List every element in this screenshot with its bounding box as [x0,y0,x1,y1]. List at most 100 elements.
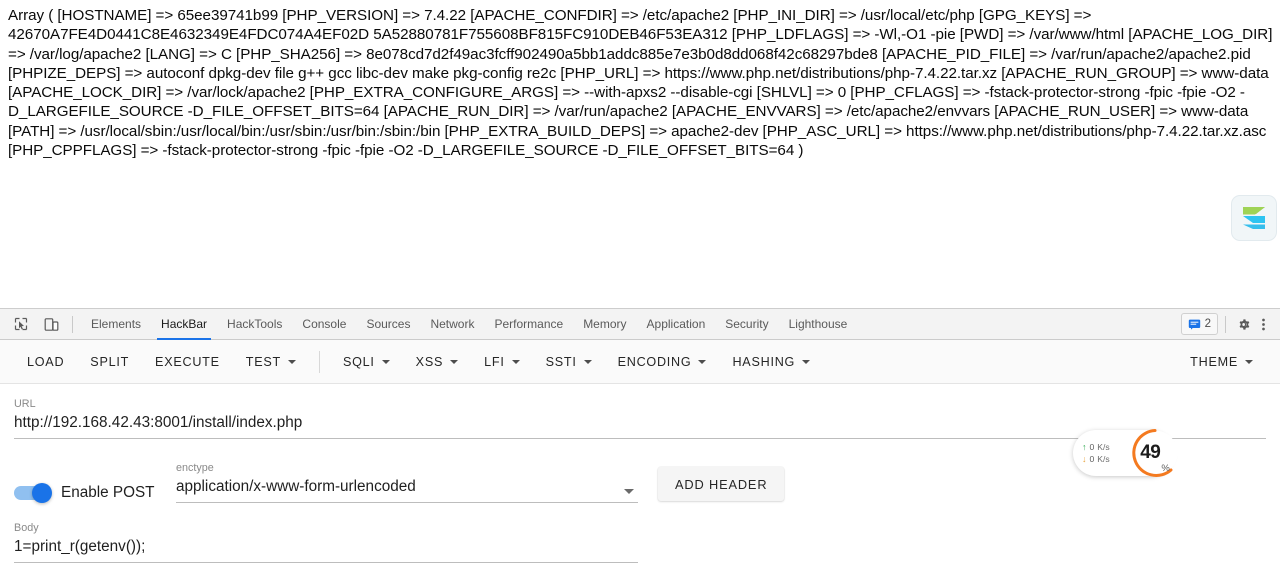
url-field[interactable]: URL http://192.168.42.43:8001/install/in… [14,397,1266,439]
chevron-down-icon [450,359,459,364]
usage-percent: 49 % [1129,427,1181,479]
chevron-down-icon [583,359,592,364]
network-rates: ↑ 0 K/s ↓ 0 K/s [1073,442,1110,465]
add-header-label: ADD HEADER [675,476,768,492]
tab-elements-label: Elements [91,317,142,331]
tab-network[interactable]: Network [420,309,484,340]
xss-menu-button[interactable]: XSS [403,347,471,377]
tab-hackbar-label: HackBar [161,317,208,331]
execute-button[interactable]: EXECUTE [142,347,233,377]
split-label: SPLIT [90,354,130,369]
body-label: Body [14,522,39,534]
tab-memory-label: Memory [583,317,627,331]
execute-label: EXECUTE [155,354,220,369]
chevron-down-icon[interactable] [624,489,634,494]
upload-rate: ↑ 0 K/s [1082,442,1110,453]
sqli-label: SQLI [342,354,375,369]
enctype-underline [176,502,638,503]
sqli-menu-button[interactable]: SQLI [330,347,403,377]
tab-application[interactable]: Application [637,309,716,340]
body-underline [14,562,638,563]
tab-sources[interactable]: Sources [356,309,420,340]
hashing-menu-button[interactable]: HASHING [719,347,823,377]
device-toggle-icon [44,317,58,331]
inspect-element-icon[interactable] [8,311,34,337]
tab-hackbar[interactable]: HackBar [151,309,217,340]
network-speed-widget[interactable]: ↑ 0 K/s ↓ 0 K/s 49 % [1073,429,1178,477]
tab-memory[interactable]: Memory [573,309,636,340]
chevron-down-icon [1245,359,1253,364]
arrow-up-icon: ↑ [1082,441,1087,452]
upload-unit: K/s [1097,441,1110,452]
theme-label: THEME [1190,354,1238,369]
encoding-menu-button[interactable]: ENCODING [605,347,720,377]
app-logo-icon [1243,207,1265,229]
toolbar-divider [318,350,320,373]
hashing-label: HASHING [732,354,796,369]
chevron-down-icon [381,359,390,364]
issues-badge[interactable]: 2 [1180,313,1218,335]
devtools-tabbar-actions: 2 [1180,313,1280,335]
gear-icon[interactable] [1233,314,1253,334]
toggle-knob [32,483,52,503]
tab-security-label: Security [725,317,769,331]
download-value: 0 [1089,453,1095,464]
tab-performance-label: Performance [494,317,564,331]
ssti-menu-button[interactable]: SSTI [533,347,605,377]
tab-network-label: Network [430,317,475,331]
percent-value: 49 [1140,442,1161,463]
issues-count: 2 [1204,318,1211,330]
url-label: URL [14,398,36,410]
more-options-icon [1261,318,1265,330]
toggle-track[interactable] [14,483,52,503]
lfi-label: LFI [484,354,505,369]
body-field[interactable]: Body 1=print_r(getenv()); [14,521,1266,563]
theme-menu-button[interactable]: THEME [1177,347,1266,377]
download-rate: ↓ 0 K/s [1082,454,1110,465]
xss-label: XSS [415,354,444,369]
enable-post-toggle[interactable]: Enable POST [14,483,176,503]
tab-elements[interactable]: Elements [81,309,151,340]
chevron-down-icon [698,359,707,364]
upload-value: 0 [1089,441,1095,452]
tab-hacktools[interactable]: HackTools [217,309,292,340]
tab-lighthouse[interactable]: Lighthouse [779,309,858,340]
ssti-label: SSTI [545,354,577,369]
arrow-down-icon: ↓ [1082,453,1087,464]
php-getenv-output: Array ( [HOSTNAME] => 65ee39741b99 [PHP_… [8,7,1277,160]
enctype-value[interactable]: application/x-www-form-urlencoded [176,475,638,502]
split-button[interactable]: SPLIT [77,347,142,377]
body-input[interactable]: 1=print_r(getenv()); [14,535,1266,562]
percent-sign: % [1161,463,1170,474]
chevron-down-icon [287,359,296,364]
hackbar-toolbar: LOAD SPLIT EXECUTE TEST SQLI XSS LFI SST… [0,340,1280,384]
url-input[interactable]: http://192.168.42.43:8001/install/index.… [14,411,1266,438]
kebab-menu-icon[interactable] [1253,314,1273,334]
tab-lighthouse-label: Lighthouse [788,317,848,331]
lfi-menu-button[interactable]: LFI [471,347,532,377]
tab-security[interactable]: Security [715,309,778,340]
enctype-select[interactable]: enctype application/x-www-form-urlencode… [176,461,638,503]
devtools-tab-list: Elements HackBar HackTools Console Sourc… [81,309,857,340]
actions-divider [1225,315,1226,333]
tab-sources-label: Sources [366,317,411,331]
load-button[interactable]: LOAD [14,347,77,377]
download-unit: K/s [1097,453,1110,464]
rendered-page: Array ( [HOSTNAME] => 65ee39741b99 [PHP_… [0,0,1280,308]
enctype-label: enctype [176,462,214,474]
app-logo [1232,196,1276,240]
encoding-label: ENCODING [617,354,692,369]
add-header-button[interactable]: ADD HEADER [658,467,785,501]
settings-gear-icon [1239,318,1249,330]
tab-application-label: Application [646,317,706,331]
tab-console-label: Console [302,317,347,331]
device-toolbar-icon[interactable] [38,311,64,337]
tab-performance[interactable]: Performance [484,309,573,340]
test-menu-button[interactable]: TEST [233,347,309,377]
enable-post-label: Enable POST [61,484,155,501]
test-label: TEST [245,354,281,369]
tab-console[interactable]: Console [292,309,356,340]
toolbar-divider [72,315,73,333]
tab-hacktools-label: HackTools [227,317,283,331]
chevron-down-icon [511,359,520,364]
